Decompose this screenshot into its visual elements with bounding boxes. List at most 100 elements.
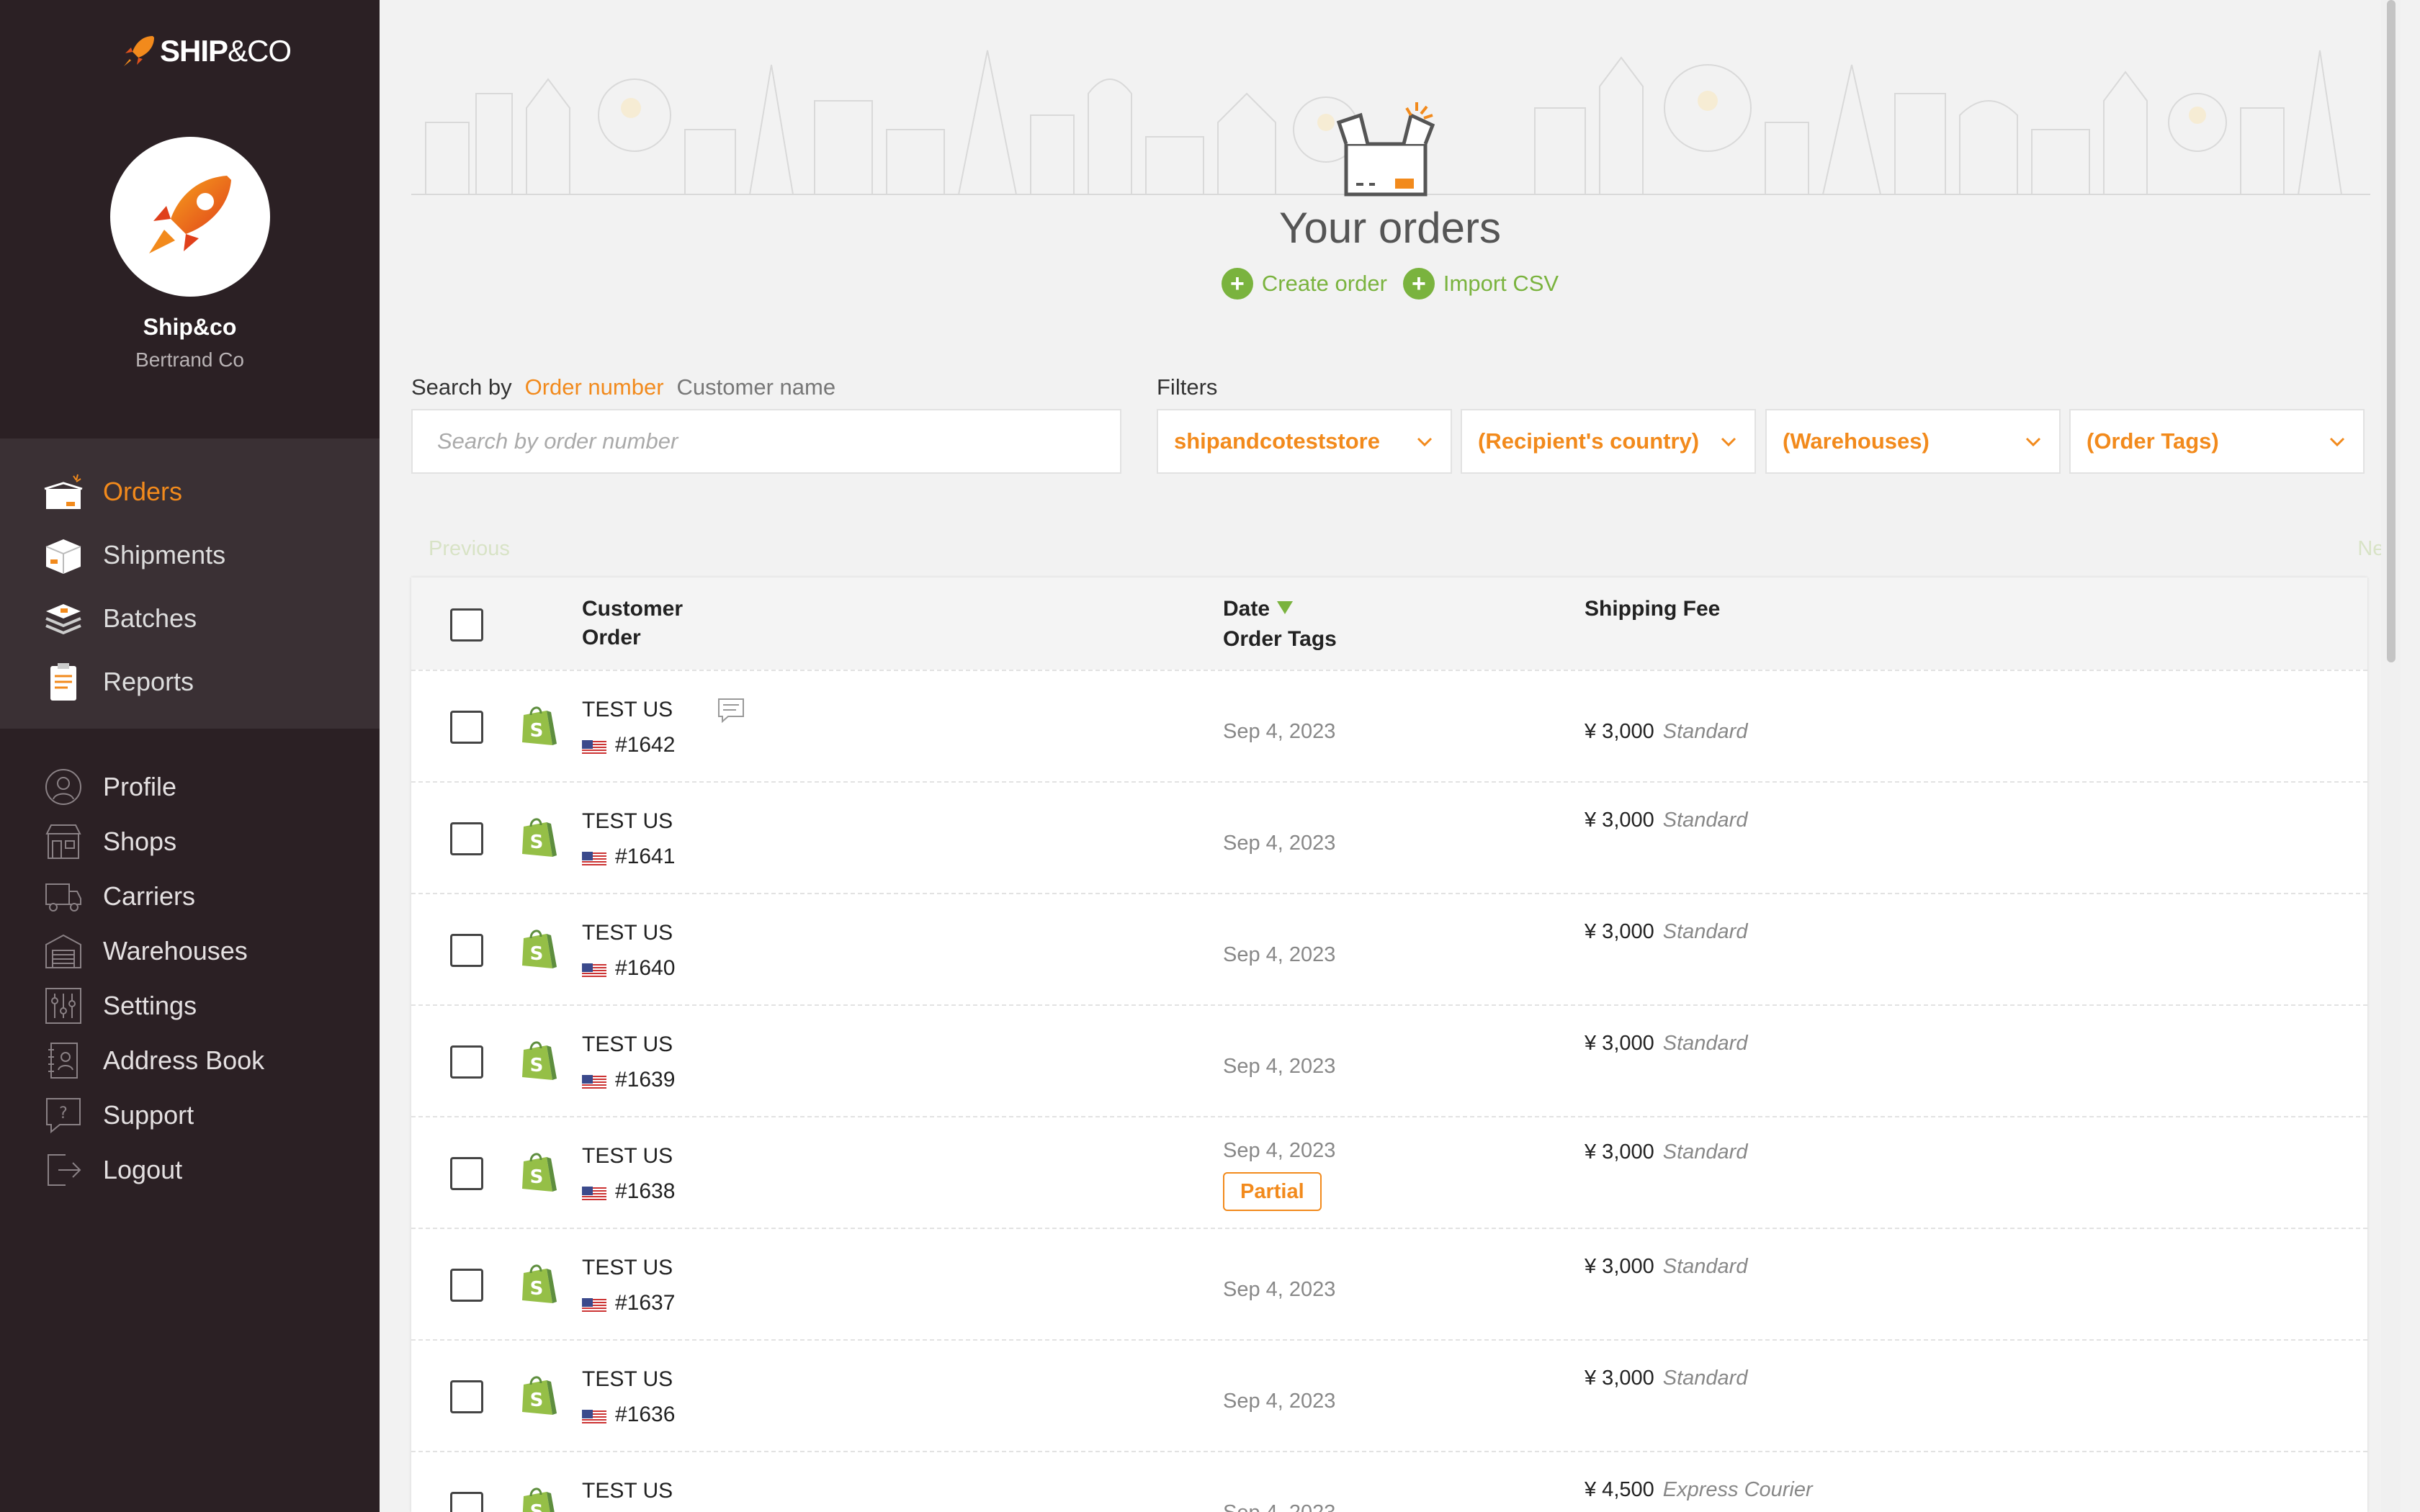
import-csv-button[interactable]: + Import CSV: [1402, 268, 1559, 300]
table-row[interactable]: S TEST US Sep 4, 2023 ¥ 4,500 Express Courie…: [411, 1451, 2367, 1512]
order-number[interactable]: #1639: [582, 1068, 675, 1092]
row-checkbox[interactable]: [450, 1269, 483, 1302]
nav-item-profile[interactable]: Profile: [0, 758, 380, 816]
table-row[interactable]: S TEST US #1638 Sep 4, 2023 Partial ¥ 3,000 St…: [411, 1116, 2367, 1228]
nav-item-settings[interactable]: Settings: [0, 977, 380, 1035]
row-checkbox[interactable]: [450, 1045, 483, 1079]
order-tags-filter-value: (Order Tags): [2087, 428, 2219, 454]
order-actions: + Create order + Import CSV: [380, 268, 2401, 300]
nav-item-logout[interactable]: Logout: [0, 1141, 380, 1199]
customer-name[interactable]: TEST US: [582, 921, 673, 945]
chevron-down-icon: [2025, 437, 2041, 447]
order-date: Sep 4, 2023: [1223, 720, 1336, 743]
us-flag-icon: [582, 1072, 606, 1091]
nav-item-shipments[interactable]: Shipments: [0, 526, 380, 584]
svg-text:S: S: [530, 1501, 544, 1512]
row-checkbox[interactable]: [450, 934, 483, 967]
page-scrollbar[interactable]: [2381, 0, 2401, 1512]
orders-table: Customer Order Date Order Tags Shipping …: [411, 577, 2367, 1512]
country-filter-select[interactable]: (Recipient's country): [1461, 409, 1756, 474]
order-tag-badge[interactable]: Partial: [1223, 1172, 1322, 1211]
plus-circle-icon: +: [1402, 268, 1435, 300]
table-row[interactable]: S TEST US #1637 Sep 4, 2023 ¥ 3,000 Standard: [411, 1228, 2367, 1339]
nav-item-batches[interactable]: Batches: [0, 590, 380, 647]
header-date-label: Date: [1223, 597, 1270, 621]
customer-name[interactable]: TEST US: [582, 698, 673, 722]
row-checkbox[interactable]: [450, 1157, 483, 1190]
customer-name[interactable]: TEST US: [582, 809, 673, 834]
logo-bold-text: SHIP: [160, 34, 228, 68]
svg-text:S: S: [530, 1390, 544, 1411]
nav-item-reports[interactable]: Reports: [0, 653, 380, 711]
create-order-button[interactable]: + Create order: [1221, 268, 1387, 300]
shopify-bag-icon: S: [519, 1263, 557, 1306]
nav-label-carriers: Carriers: [103, 881, 196, 911]
filters-label: Filters: [1157, 374, 1218, 400]
scrollbar-thumb[interactable]: [2387, 0, 2396, 662]
table-row[interactable]: S TEST US #1642 Sep 4, 2023 ¥ 3,000 Standard: [411, 670, 2367, 781]
order-number[interactable]: #1642: [582, 733, 675, 757]
customer-name[interactable]: TEST US: [582, 1256, 673, 1280]
shopify-bag-icon: S: [519, 1374, 557, 1418]
nav-label-profile: Profile: [103, 772, 177, 801]
brand-logo[interactable]: SHIP&CO: [121, 33, 292, 69]
table-row[interactable]: S TEST US #1640 Sep 4, 2023 ¥ 3,000 Standard: [411, 893, 2367, 1004]
us-flag-icon: [582, 1184, 606, 1202]
sidebar: SHIP&CO Ship&co Bertrand Co Orders Shipm…: [0, 0, 380, 1512]
search-input[interactable]: Search by order number: [411, 409, 1121, 474]
warehouses-filter-value: (Warehouses): [1783, 428, 1930, 454]
rocket-avatar-icon: [149, 176, 231, 253]
order-number[interactable]: #1641: [582, 845, 675, 869]
svg-text:S: S: [530, 1166, 544, 1188]
order-tags-filter-select[interactable]: (Order Tags): [2069, 409, 2365, 474]
chevron-down-icon: [2329, 437, 2345, 447]
order-number[interactable]: #1636: [582, 1403, 675, 1427]
customer-name[interactable]: TEST US: [582, 1032, 673, 1057]
header-order[interactable]: Order: [582, 624, 641, 652]
nav-item-support[interactable]: ? Support: [0, 1086, 380, 1144]
shipping-service: Standard: [1662, 720, 1748, 743]
nav-item-shops[interactable]: Shops: [0, 813, 380, 870]
nav-item-orders[interactable]: Orders: [0, 463, 380, 521]
table-row[interactable]: S TEST US #1636 Sep 4, 2023 ¥ 3,000 Standard: [411, 1339, 2367, 1451]
nav-label-orders: Orders: [103, 477, 183, 506]
row-checkbox[interactable]: [450, 822, 483, 855]
fee-amount: ¥ 3,000: [1585, 1032, 1654, 1055]
reports-clipboard-icon: [40, 659, 86, 705]
header-customer[interactable]: Customer: [582, 595, 683, 624]
row-checkbox[interactable]: [450, 1380, 483, 1413]
note-comment-icon[interactable]: [717, 696, 745, 728]
order-number[interactable]: #1638: [582, 1179, 675, 1204]
nav-label-shops: Shops: [103, 827, 177, 856]
customer-name[interactable]: TEST US: [582, 1479, 673, 1503]
header-shipping-fee[interactable]: Shipping Fee: [1585, 595, 1720, 624]
nav-label-settings: Settings: [103, 991, 197, 1020]
row-checkbox[interactable]: [450, 1492, 483, 1512]
orders-hero-box-icon: [1332, 94, 1440, 205]
order-number[interactable]: #1637: [582, 1291, 675, 1315]
table-header: Customer Order Date Order Tags Shipping …: [411, 577, 2367, 670]
avatar[interactable]: [110, 137, 270, 297]
carriers-truck-icon: [40, 873, 86, 919]
customer-name[interactable]: TEST US: [582, 1367, 673, 1392]
shipping-service: Express Courier: [1662, 1478, 1813, 1501]
customer-name[interactable]: TEST US: [582, 1144, 673, 1169]
fee-amount: ¥ 3,000: [1585, 1255, 1654, 1278]
warehouses-filter-select[interactable]: (Warehouses): [1765, 409, 2061, 474]
nav-item-address-book[interactable]: Address Book: [0, 1032, 380, 1089]
previous-page-link[interactable]: Previous: [429, 537, 510, 561]
header-date[interactable]: Date: [1223, 595, 1294, 624]
svg-text:S: S: [530, 832, 544, 853]
nav-item-carriers[interactable]: Carriers: [0, 868, 380, 925]
select-all-checkbox[interactable]: [450, 608, 483, 642]
fee-amount: ¥ 3,000: [1585, 720, 1654, 743]
store-filter-select[interactable]: shipandcoteststore: [1157, 409, 1452, 474]
nav-item-warehouses[interactable]: Warehouses: [0, 922, 380, 980]
row-checkbox[interactable]: [450, 711, 483, 744]
table-row[interactable]: S TEST US #1641 Sep 4, 2023 ¥ 3,000 Standard: [411, 781, 2367, 893]
logout-icon: [40, 1147, 86, 1193]
search-option-customer-name[interactable]: Customer name: [677, 374, 836, 400]
table-row[interactable]: S TEST US #1639 Sep 4, 2023 ¥ 3,000 Standard: [411, 1004, 2367, 1116]
order-number[interactable]: #1640: [582, 956, 675, 981]
search-option-order-number[interactable]: Order number: [525, 374, 664, 400]
